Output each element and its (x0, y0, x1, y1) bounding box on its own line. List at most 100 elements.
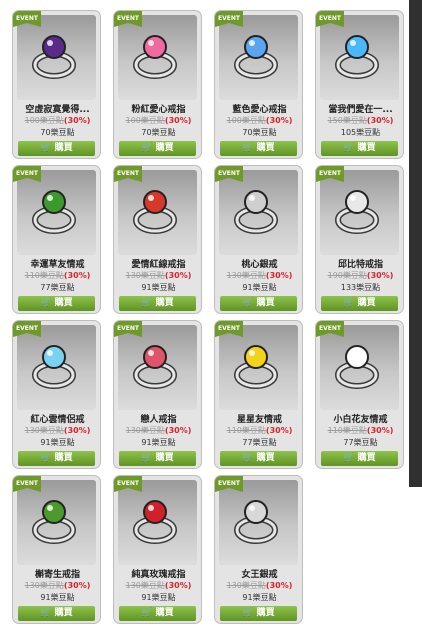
buy-button[interactable]: 🛒 購買 (220, 296, 297, 311)
original-price: 110樂豆點 (226, 426, 266, 435)
price-line: 110樂豆點(30%) (316, 425, 403, 436)
item-card[interactable]: EVENT 星星友情戒 110樂豆點(30%) 77樂豆點 🛒 購買 (214, 320, 303, 469)
item-card[interactable]: EVENT 女王銀戒 130樂豆點(30%) 91樂豆點 🛒 購買 (214, 475, 303, 624)
lovers-ring-icon (128, 337, 184, 393)
buy-label: 購買 (155, 298, 174, 308)
buy-button[interactable]: 🛒 購買 (321, 451, 398, 466)
scrollbar[interactable] (409, 0, 422, 487)
sale-price: 91樂豆點 (242, 593, 277, 602)
original-price: 130樂豆點 (125, 426, 165, 435)
queen-silver-ring-icon (229, 492, 285, 548)
price-line: 130樂豆點(30%) (13, 425, 100, 436)
item-name: 槲寄生戒指 (34, 570, 80, 580)
cart-icon: 🛒 (40, 143, 52, 153)
price-line: 100樂豆點(30%) (13, 115, 100, 126)
item-name: 女王銀戒 (241, 570, 278, 580)
sale-price: 133樂豆點 (340, 283, 381, 292)
buy-label: 購買 (256, 608, 275, 618)
sale-price: 70樂豆點 (242, 128, 277, 137)
buy-button[interactable]: 🛒 購買 (119, 451, 196, 466)
buy-button[interactable]: 🛒 購買 (18, 451, 95, 466)
buy-button[interactable]: 🛒 購買 (220, 606, 297, 621)
star-ring-icon (229, 337, 285, 393)
rose-ring-icon (128, 492, 184, 548)
item-card[interactable]: EVENT 幸運草友情戒 110樂豆點(30%) 77樂豆點 🛒 購買 (12, 165, 101, 314)
buy-label: 購買 (155, 143, 174, 153)
sale-price: 91樂豆點 (242, 283, 277, 292)
item-card[interactable]: EVENT 空虛寂寞覺得... 100樂豆點(30%) 70樂豆點 🛒 購買 (12, 10, 101, 159)
price-line: 130樂豆點(30%) (114, 580, 201, 591)
sale-price: 91樂豆點 (40, 438, 75, 447)
item-card[interactable]: EVENT 戀人戒指 130樂豆點(30%) 91樂豆點 🛒 購買 (113, 320, 202, 469)
buy-label: 購買 (256, 143, 275, 153)
discount-percent: (30%) (265, 271, 293, 280)
item-card[interactable]: EVENT 邱比特戒指 190樂豆點(30%) 133樂豆點 🛒 購買 (315, 165, 404, 314)
cart-icon: 🛒 (141, 453, 153, 463)
sale-price: 91樂豆點 (141, 438, 176, 447)
original-price: 100樂豆點 (226, 116, 266, 125)
price-line: 130樂豆點(30%) (114, 270, 201, 281)
item-card[interactable]: EVENT 小白花友情戒 110樂豆點(30%) 77樂豆點 🛒 購買 (315, 320, 404, 469)
buy-button[interactable]: 🛒 購買 (119, 606, 196, 621)
cart-icon: 🛒 (40, 608, 52, 618)
buy-button[interactable]: 🛒 購買 (321, 141, 398, 156)
buy-button[interactable]: 🛒 購買 (18, 141, 95, 156)
sale-price: 77樂豆點 (343, 438, 378, 447)
cart-icon: 🛒 (40, 453, 52, 463)
buy-label: 購買 (357, 143, 376, 153)
discount-percent: (30%) (63, 426, 91, 435)
cart-icon: 🛒 (343, 453, 355, 463)
cart-icon: 🛒 (141, 608, 153, 618)
discount-percent: (30%) (366, 271, 394, 280)
buy-button[interactable]: 🛒 購買 (119, 296, 196, 311)
mistletoe-ring-icon (27, 492, 83, 548)
sale-price: 105樂豆點 (340, 128, 381, 137)
buy-button[interactable]: 🛒 購買 (220, 141, 297, 156)
item-name: 戀人戒指 (140, 415, 177, 425)
sale-price: 91樂豆點 (141, 283, 176, 292)
item-name: 星星友情戒 (236, 415, 282, 425)
buy-label: 購買 (357, 453, 376, 463)
original-price: 110樂豆點 (24, 271, 64, 280)
item-name: 純真玫瑰戒指 (131, 570, 186, 580)
discount-percent: (30%) (63, 271, 91, 280)
item-card[interactable]: EVENT 粉紅愛心戒指 100樂豆點(30%) 70樂豆點 🛒 購買 (113, 10, 202, 159)
item-name: 藍色愛心戒指 (232, 105, 287, 115)
buy-label: 購買 (54, 608, 73, 618)
sale-price: 77樂豆點 (242, 438, 277, 447)
buy-button[interactable]: 🛒 購買 (119, 141, 196, 156)
clover-ring-icon (27, 182, 83, 238)
price-line: 130樂豆點(30%) (13, 580, 100, 591)
item-card[interactable]: EVENT 當我們愛在一... 150樂豆點(30%) 105樂豆點 🛒 購買 (315, 10, 404, 159)
buy-button[interactable]: 🛒 購買 (18, 606, 95, 621)
pink-heart-ring-icon (128, 27, 184, 83)
item-card[interactable]: EVENT 藍色愛心戒指 100樂豆點(30%) 70樂豆點 🛒 購買 (214, 10, 303, 159)
buy-button[interactable]: 🛒 購買 (18, 296, 95, 311)
discount-percent: (30%) (366, 116, 394, 125)
discount-percent: (30%) (63, 116, 91, 125)
original-price: 100樂豆點 (125, 116, 165, 125)
buy-button[interactable]: 🛒 購買 (220, 451, 297, 466)
buy-label: 購買 (155, 453, 174, 463)
original-price: 130樂豆點 (125, 271, 165, 280)
snowflake-ring-icon (330, 27, 386, 83)
blue-heart-ring-icon (229, 27, 285, 83)
discount-percent: (30%) (265, 581, 293, 590)
item-name: 愛情紅線戒指 (131, 260, 186, 270)
sale-price: 91樂豆點 (141, 593, 176, 602)
original-price: 150樂豆點 (327, 116, 367, 125)
item-card[interactable]: EVENT 愛情紅線戒指 130樂豆點(30%) 91樂豆點 🛒 購買 (113, 165, 202, 314)
buy-label: 購買 (155, 608, 174, 618)
original-price: 130樂豆點 (226, 581, 266, 590)
cart-icon: 🛒 (141, 143, 153, 153)
buy-button[interactable]: 🛒 購買 (321, 296, 398, 311)
item-card[interactable]: EVENT 桃心銀戒 130樂豆點(30%) 91樂豆點 🛒 購買 (214, 165, 303, 314)
sale-price: 70樂豆點 (40, 128, 75, 137)
item-card[interactable]: EVENT 紅心雲情侶戒 130樂豆點(30%) 91樂豆點 🛒 購買 (12, 320, 101, 469)
buy-label: 購買 (54, 143, 73, 153)
item-card[interactable]: EVENT 槲寄生戒指 130樂豆點(30%) 91樂豆點 🛒 購買 (12, 475, 101, 624)
price-line: 130樂豆點(30%) (215, 580, 302, 591)
discount-percent: (30%) (164, 271, 192, 280)
discount-percent: (30%) (164, 426, 192, 435)
item-card[interactable]: EVENT 純真玫瑰戒指 130樂豆點(30%) 91樂豆點 🛒 購買 (113, 475, 202, 624)
